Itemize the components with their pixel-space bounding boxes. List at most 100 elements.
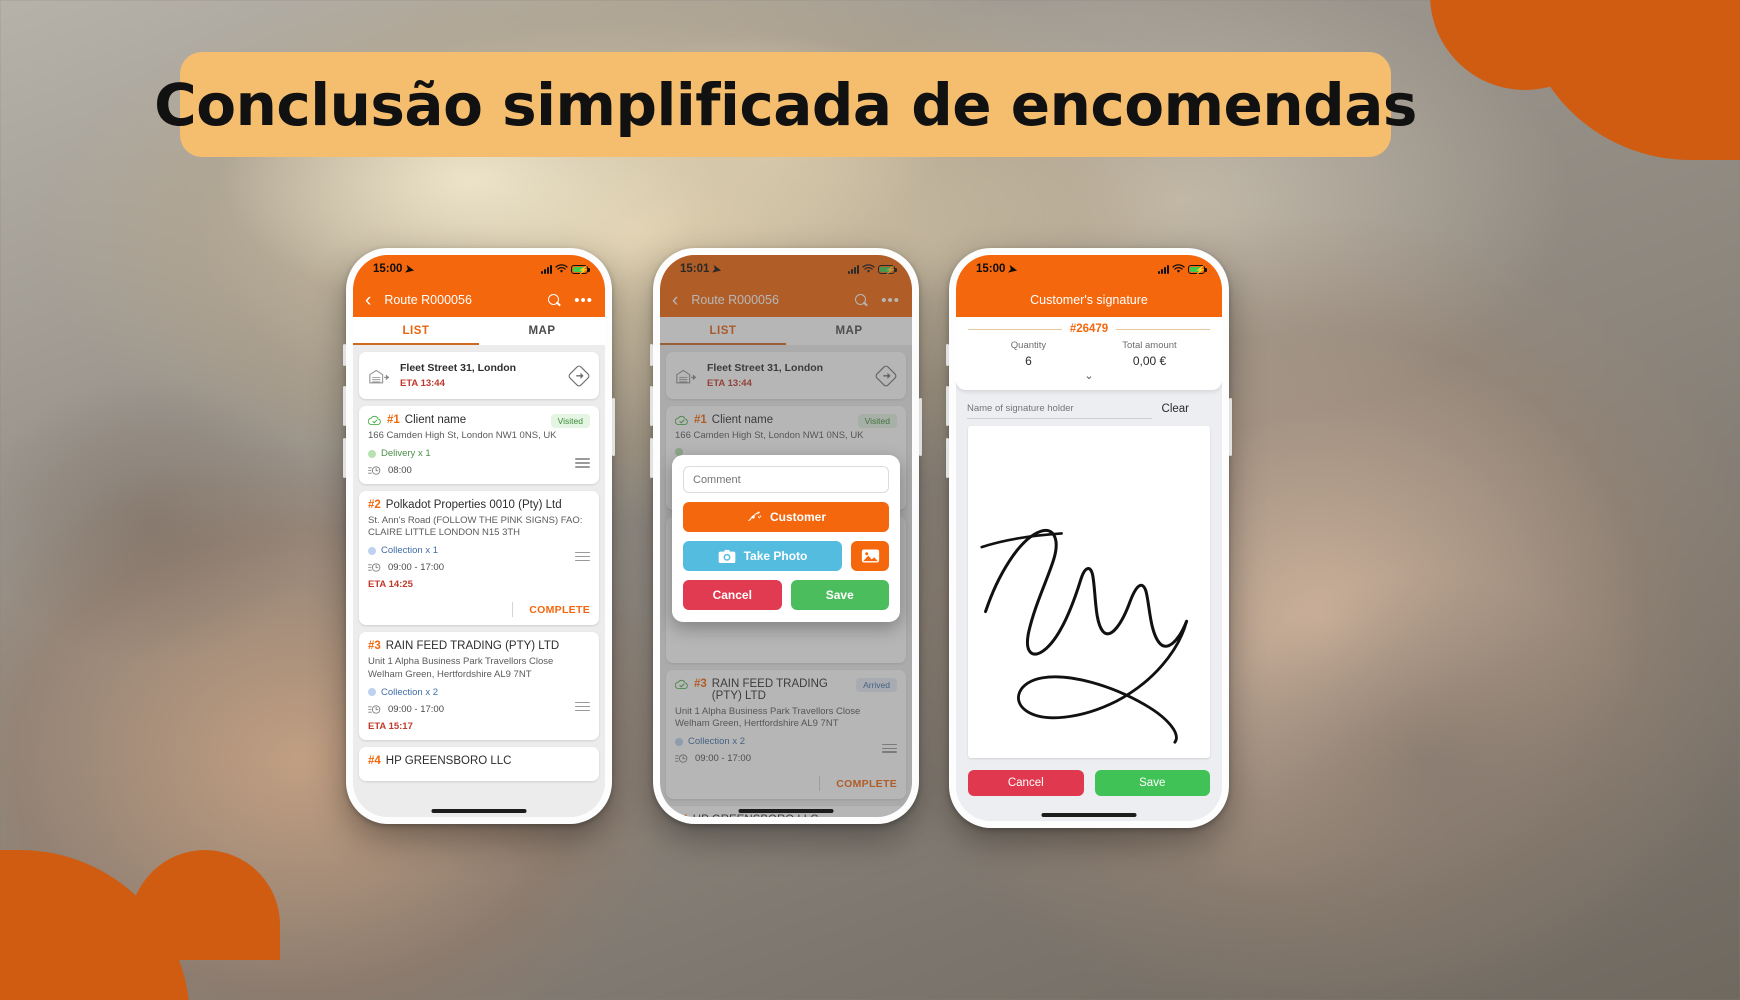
- phone1-power-button: [612, 398, 615, 456]
- stop-number: #1: [387, 414, 400, 426]
- navigate-diamond-icon[interactable]: [568, 365, 590, 387]
- stop-name: HP GREENSBORO LLC: [385, 754, 512, 767]
- stop-eta: ETA 15:17: [368, 720, 413, 732]
- order-id: #26479: [1069, 323, 1109, 335]
- phone3-nav-bar: Customer's signature: [956, 283, 1222, 317]
- divider: [512, 602, 514, 618]
- stop-number: #2: [368, 499, 381, 512]
- time-window-icon: [368, 466, 381, 475]
- wifi-icon: [1172, 264, 1185, 273]
- total-amount-label: Total amount: [1122, 340, 1177, 351]
- location-arrow-icon: ➤: [404, 262, 416, 277]
- order-rule-right: [1116, 328, 1210, 330]
- signature-holder-input[interactable]: [967, 399, 1152, 419]
- stop-card-4[interactable]: #4 HP GREENSBORO LLC: [359, 746, 599, 781]
- phone3-volume-up: [946, 386, 949, 426]
- phone1-screen: 15:00 ➤ ⚡ ‹ Route R000056 ••• LIST MAP F…: [353, 255, 605, 817]
- complete-button[interactable]: COMPLETE: [529, 604, 590, 616]
- quantity-field: Quantity 6: [968, 340, 1089, 368]
- tab-list[interactable]: LIST: [353, 317, 479, 345]
- signal-bars-icon: [1158, 264, 1169, 274]
- phone3-mute-switch: [946, 344, 949, 366]
- location-arrow-icon: ➤: [1007, 262, 1019, 277]
- search-icon[interactable]: [548, 294, 560, 306]
- drag-handle-icon[interactable]: [575, 458, 590, 470]
- home-indicator: [738, 809, 834, 813]
- signature-holder-row: Clear: [956, 390, 1222, 426]
- phone3-volume-down: [946, 438, 949, 478]
- quantity-label: Quantity: [1010, 340, 1047, 351]
- battery-charging-icon: ⚡: [1188, 264, 1207, 275]
- take-photo-label: Take Photo: [743, 549, 808, 563]
- status-time: 15:00: [373, 263, 403, 275]
- more-dots-icon[interactable]: •••: [574, 293, 593, 308]
- time-window-icon: [368, 563, 381, 573]
- stop-card-1[interactable]: #1 Client name Visited 166 Camden High S…: [359, 406, 599, 485]
- phone1-stop-list[interactable]: Fleet Street 31, London ETA 13:44 #1 Cli…: [353, 345, 605, 817]
- phone2-power-button: [919, 398, 922, 456]
- phone3-screen: 15:00 ➤ ⚡ Customer's signature #26479 Qu…: [956, 255, 1222, 821]
- complete-stop-dialog: Customer Take Photo: [672, 455, 900, 622]
- time-window-icon: [368, 705, 381, 714]
- cancel-button[interactable]: Cancel: [683, 580, 782, 610]
- job-type-label: Collection x 1: [381, 545, 439, 557]
- phone2-screen: 15:01 ➤ ⚡ ‹ Route R000056 ••• LIST MAP F…: [660, 255, 912, 817]
- chevron-down-icon[interactable]: ⌄: [968, 369, 1210, 382]
- chevron-left-icon[interactable]: ‹: [365, 291, 371, 310]
- job-type-dot-icon: [368, 688, 376, 697]
- cancel-button[interactable]: Cancel: [968, 770, 1084, 796]
- phone1-mute-switch: [343, 344, 346, 366]
- quantity-value: 6: [1025, 354, 1032, 368]
- stop-number: #3: [368, 640, 381, 653]
- dialog-actions: Cancel Save: [683, 580, 889, 610]
- save-button[interactable]: Save: [790, 580, 889, 610]
- time-window: 08:00: [388, 465, 412, 477]
- battery-charging-icon: ⚡: [571, 264, 590, 275]
- wifi-icon: [555, 264, 568, 273]
- stop-card-3[interactable]: #3 RAIN FEED TRADING (PTY) LTD Unit 1 Al…: [359, 632, 599, 740]
- page-title: Customer's signature: [1030, 293, 1148, 307]
- phone1-nav-bar: ‹ Route R000056 •••: [353, 283, 605, 317]
- stop-address: Unit 1 Alpha Business Park Travellors Cl…: [368, 656, 554, 680]
- time-window: 09:00 - 17:00: [388, 562, 444, 574]
- home-indicator: [431, 809, 527, 813]
- order-rule-left: [968, 328, 1062, 330]
- stop-name: Client name: [404, 414, 467, 426]
- stop-address: 166 Camden High St, London NW1 0NS, UK: [368, 430, 557, 441]
- stop-name: Polkadot Properties 0010 (Pty) Ltd: [385, 499, 562, 512]
- drag-handle-icon[interactable]: [575, 551, 590, 564]
- customer-signature-button[interactable]: Customer: [683, 502, 889, 532]
- handwritten-signature: [980, 528, 1189, 744]
- headline-banner: Conclusão simplificada de encomendas: [154, 52, 1417, 157]
- clear-button[interactable]: Clear: [1162, 403, 1211, 415]
- signature-actions: Cancel Save: [956, 758, 1222, 808]
- home-indicator: [1041, 813, 1137, 817]
- phone2-mute-switch: [650, 344, 653, 366]
- job-type-label: Collection x 2: [381, 686, 439, 698]
- pick-image-button[interactable]: [851, 541, 889, 571]
- stop-name: RAIN FEED TRADING (PTY) LTD: [385, 640, 560, 653]
- phone2-volume-down: [650, 438, 653, 478]
- phone3-status-bar: 15:00 ➤ ⚡: [956, 255, 1222, 283]
- headline-text: Conclusão simplificada de encomendas: [154, 70, 1417, 139]
- signature-canvas[interactable]: [968, 426, 1210, 758]
- tab-map[interactable]: MAP: [479, 317, 605, 345]
- drag-handle-icon[interactable]: [575, 702, 590, 714]
- signature-screen-body: #26479 Quantity 6 Total amount 0,00 € ⌄: [956, 317, 1222, 821]
- depot-address: Fleet Street 31, London: [400, 362, 517, 374]
- stop-address: St. Ann's Road (FOLLOW THE PINK SIGNS) F…: [368, 515, 583, 539]
- take-photo-button[interactable]: Take Photo: [683, 541, 842, 571]
- order-summary-panel[interactable]: #26479 Quantity 6 Total amount 0,00 € ⌄: [956, 317, 1222, 390]
- signature-pen-icon: [748, 511, 762, 522]
- cloud-check-icon: [368, 415, 381, 426]
- time-window: 09:00 - 17:00: [388, 703, 444, 715]
- depot-eta: ETA 13:44: [400, 378, 445, 389]
- depot-card[interactable]: Fleet Street 31, London ETA 13:44: [359, 352, 599, 399]
- save-button[interactable]: Save: [1094, 770, 1210, 796]
- image-picture-icon: [861, 549, 879, 563]
- comment-input[interactable]: [683, 466, 889, 493]
- signal-bars-icon: [541, 264, 552, 274]
- status-time: 15:00: [976, 263, 1006, 275]
- stop-card-2[interactable]: #2 Polkadot Properties 0010 (Pty) Ltd St…: [359, 491, 599, 626]
- phone-mockup-list: 15:00 ➤ ⚡ ‹ Route R000056 ••• LIST MAP F…: [343, 248, 615, 824]
